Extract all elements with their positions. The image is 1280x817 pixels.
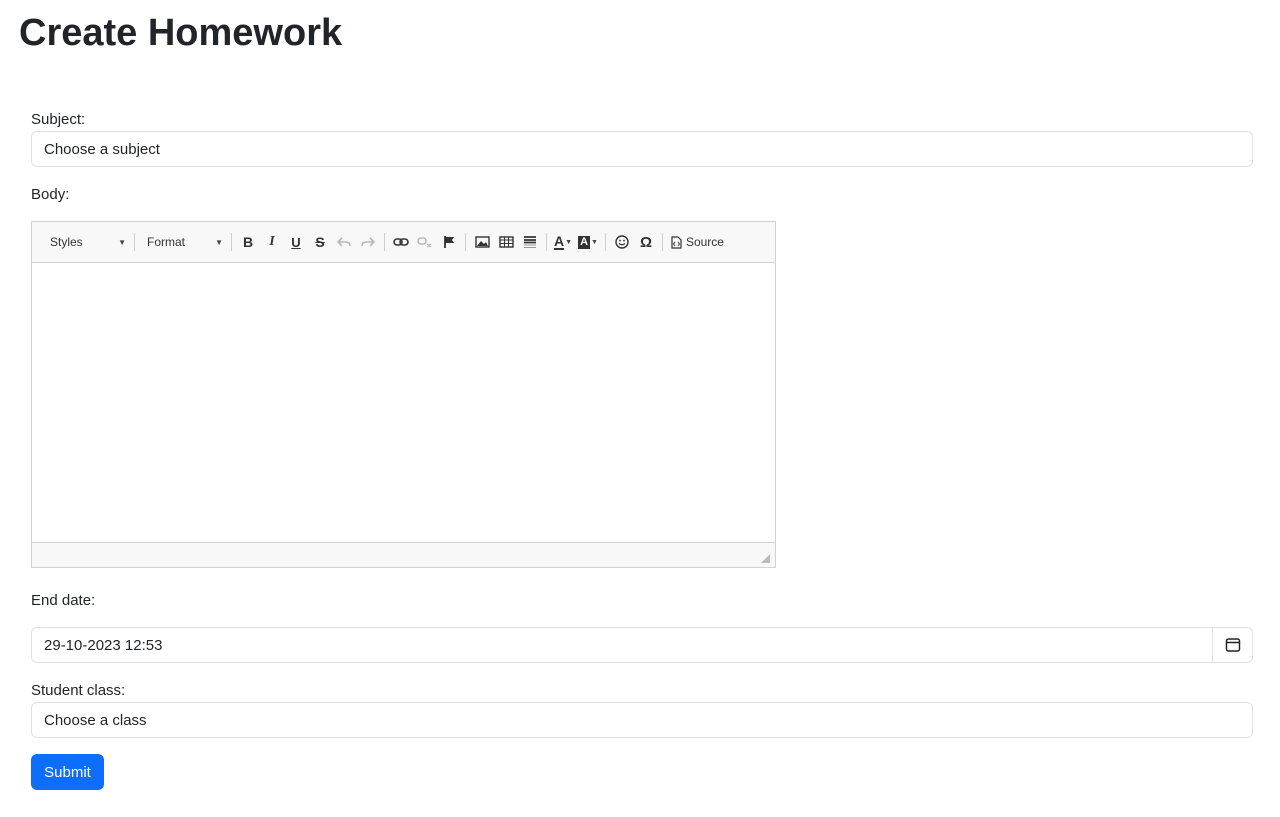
end-date-label: End date: [31, 592, 96, 609]
toolbar-separator [134, 233, 135, 251]
link-button[interactable] [389, 230, 413, 254]
italic-button[interactable]: I [260, 230, 284, 254]
anchor-button[interactable] [437, 230, 461, 254]
undo-icon [337, 237, 351, 247]
toolbar-separator [384, 233, 385, 251]
toolbar-separator [465, 233, 466, 251]
styles-dropdown[interactable]: Styles ▼ [42, 230, 130, 254]
underline-button[interactable]: U [284, 230, 308, 254]
unlink-icon [417, 237, 432, 248]
image-icon [474, 236, 490, 248]
smiley-button[interactable] [610, 230, 634, 254]
text-color-icon: A [554, 233, 565, 250]
strikethrough-icon: S [315, 234, 325, 250]
redo-button[interactable] [356, 230, 380, 254]
unlink-button[interactable] [413, 230, 437, 254]
horizontal-line-button[interactable] [518, 230, 542, 254]
link-icon [393, 238, 409, 246]
toolbar-separator [231, 233, 232, 251]
source-button[interactable]: Source [667, 230, 728, 254]
bold-button[interactable]: B [236, 230, 260, 254]
body-editor: Styles ▼ Format ▼ B I U S A ▼ A ▼ Ω Sour… [31, 221, 776, 568]
special-character-button[interactable]: Ω [634, 230, 658, 254]
underline-icon: U [291, 234, 301, 250]
special-character-icon: Ω [639, 233, 652, 251]
chevron-down-icon: ▼ [215, 237, 223, 247]
student-class-select-value: Choose a class [44, 711, 147, 729]
resize-handle-icon[interactable] [761, 554, 770, 563]
chevron-down-icon: ▼ [591, 238, 598, 246]
end-date-field[interactable]: 29-10-2023 12:53 [31, 627, 1253, 663]
subject-select[interactable]: Choose a subject [31, 131, 1253, 167]
format-dropdown[interactable]: Format ▼ [139, 230, 227, 254]
anchor-icon [444, 236, 454, 248]
chevron-down-icon: ▼ [565, 238, 573, 246]
format-dropdown-label: Format [147, 235, 186, 249]
bold-icon: B [242, 234, 254, 250]
table-icon [498, 236, 514, 248]
redo-icon [361, 237, 375, 247]
editor-toolbar: Styles ▼ Format ▼ B I U S A ▼ A ▼ Ω Sour… [32, 222, 775, 263]
text-color-button[interactable]: A ▼ [551, 230, 575, 254]
undo-button[interactable] [332, 230, 356, 254]
smiley-icon [615, 235, 629, 249]
toolbar-separator [604, 233, 606, 251]
background-color-button[interactable]: A ▼ [575, 230, 601, 254]
chevron-down-icon: ▼ [118, 237, 126, 247]
page-title: Create Homework [19, 12, 343, 54]
toolbar-separator [661, 233, 663, 251]
calendar-icon [1225, 638, 1240, 652]
editor-content-area[interactable] [32, 263, 775, 542]
student-class-label: Student class: [31, 682, 126, 699]
body-label: Body: [31, 186, 70, 203]
editor-status-bar [32, 542, 775, 567]
source-icon [671, 235, 682, 249]
source-button-label: Source [685, 235, 724, 249]
italic-icon: I [269, 234, 275, 249]
submit-button[interactable]: Submit [31, 754, 104, 790]
background-color-icon: A [578, 235, 591, 249]
horizontal-line-icon [524, 236, 536, 248]
calendar-button[interactable] [1212, 628, 1252, 662]
student-class-select[interactable]: Choose a class [31, 702, 1253, 738]
toolbar-separator [546, 233, 547, 251]
subject-select-value: Choose a subject [44, 140, 160, 158]
strikethrough-button[interactable]: S [308, 230, 332, 254]
table-button[interactable] [494, 230, 518, 254]
image-button[interactable] [470, 230, 494, 254]
end-date-value: 29-10-2023 12:53 [44, 636, 163, 654]
styles-dropdown-label: Styles [50, 235, 83, 249]
subject-label: Subject: [31, 111, 86, 128]
